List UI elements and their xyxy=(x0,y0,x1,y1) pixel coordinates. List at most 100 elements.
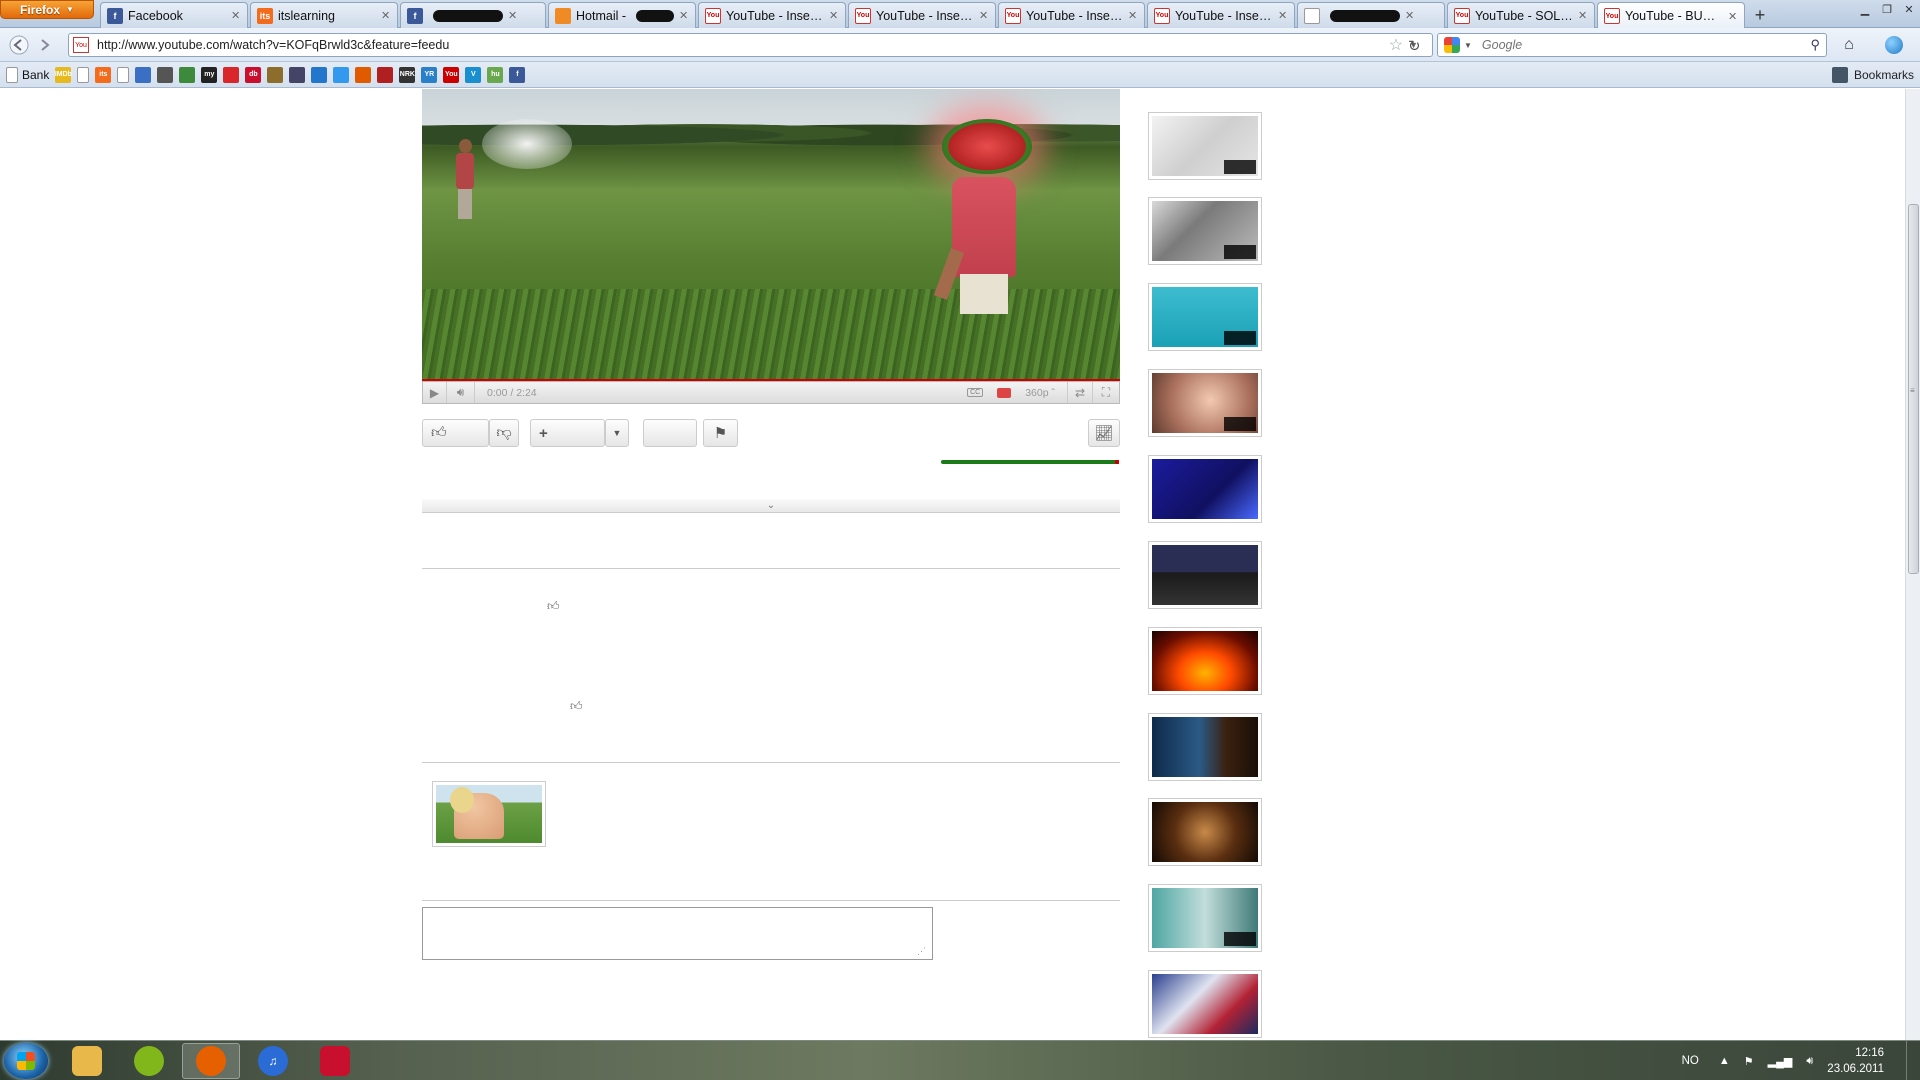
play-icon[interactable]: ▶ xyxy=(423,382,447,403)
tab-1[interactable]: f Facebook ✕ xyxy=(100,2,248,28)
game-bookmark[interactable] xyxy=(289,66,306,83)
hulu-bookmark[interactable]: hu xyxy=(487,66,504,83)
firefox-app[interactable] xyxy=(182,1043,240,1079)
add-to-button[interactable]: + xyxy=(530,419,605,447)
fullscreen-icon[interactable]: ⛶ xyxy=(1093,382,1119,403)
quality-selector[interactable]: 360p ˆ xyxy=(1025,387,1055,399)
db-bookmark[interactable]: db xyxy=(245,66,262,83)
imdb-bookmark[interactable]: IMDb xyxy=(55,66,72,83)
back-arrow-icon[interactable] xyxy=(6,33,32,57)
url-text[interactable]: http://www.youtube.com/watch?v=KOFqBrwld… xyxy=(97,38,1389,52)
music-bookmark[interactable] xyxy=(267,66,284,83)
tab-8[interactable]: You YouTube - Insense... ✕ xyxy=(1147,2,1295,28)
tab-4[interactable]: Hotmail - ✕ xyxy=(548,2,696,28)
forward-arrow-icon[interactable] xyxy=(32,33,58,57)
action-center-flag-icon[interactable]: ⚑ xyxy=(1744,1055,1754,1068)
new-tab-button[interactable]: + xyxy=(1747,4,1773,26)
captions-icon[interactable]: CC xyxy=(967,388,984,397)
network-signal-icon[interactable]: ▂▄▆ xyxy=(1768,1055,1793,1068)
resize-grip-icon[interactable]: ⋰ xyxy=(917,946,926,957)
vimeo-bookmark[interactable]: V xyxy=(465,66,482,83)
explorer-app[interactable] xyxy=(58,1043,116,1079)
add-to-dropdown[interactable]: ▼ xyxy=(605,419,629,447)
video-player[interactable]: ▶ 🔊︎ 0:00 / 2:24 CC 360p ˆ ⇄ ⛶ xyxy=(422,89,1120,404)
description-expander[interactable]: ⌄ xyxy=(422,499,1120,513)
tab-10[interactable]: You YouTube - SOLAR... ✕ xyxy=(1447,2,1595,28)
search-icon[interactable]: ⚲ xyxy=(1810,37,1820,53)
comment-input[interactable] xyxy=(422,907,933,960)
flag-button[interactable]: ⚑ xyxy=(703,419,738,447)
reload-icon[interactable]: ↻ xyxy=(1408,37,1421,55)
thumbs-up-icon[interactable]: 👍︎ xyxy=(547,599,560,614)
chevron-down-icon[interactable]: ▼ xyxy=(1464,41,1472,50)
close-tab-icon[interactable]: ✕ xyxy=(1278,9,1288,22)
youtube-bookmark[interactable]: You xyxy=(443,66,460,83)
restore-icon[interactable]: ❐ xyxy=(1876,0,1898,18)
start-button[interactable] xyxy=(4,1043,48,1079)
related-video-5[interactable] xyxy=(1148,455,1262,523)
bookmarks-menu[interactable]: Bookmarks xyxy=(1831,67,1914,83)
related-video-8[interactable] xyxy=(1148,713,1262,781)
tab-3[interactable]: f ✕ xyxy=(400,2,546,28)
related-video-6[interactable] xyxy=(1148,541,1262,609)
my-bookmark[interactable]: my xyxy=(201,66,218,83)
like-button[interactable]: 👍︎ xyxy=(422,419,489,447)
minimize-icon[interactable]: ▁ xyxy=(1854,0,1876,18)
tab-9[interactable]: ✕ xyxy=(1297,2,1445,28)
tab-5[interactable]: You YouTube - Insense... ✕ xyxy=(698,2,846,28)
facebook-bookmark[interactable]: f xyxy=(509,66,526,83)
language-indicator[interactable]: NO xyxy=(1682,1055,1699,1067)
cloud-bookmark[interactable] xyxy=(333,66,350,83)
guitar-bookmark[interactable] xyxy=(377,66,394,83)
close-tab-icon[interactable]: ✕ xyxy=(679,9,689,22)
video-response-thumbnail[interactable] xyxy=(432,781,546,847)
close-tab-icon[interactable]: ✕ xyxy=(381,9,391,22)
vertical-scrollbar[interactable]: ≡ xyxy=(1905,89,1920,1040)
popout-icon[interactable]: ⇄ xyxy=(1067,382,1093,403)
related-video-3[interactable] xyxy=(1148,283,1262,351)
tab-6[interactable]: You YouTube - Insense... ✕ xyxy=(848,2,996,28)
search-input[interactable] xyxy=(1481,38,1811,52)
tab-7[interactable]: You YouTube - Insense... ✕ xyxy=(998,2,1145,28)
close-tab-icon[interactable]: ✕ xyxy=(829,9,839,22)
nrk-bookmark[interactable]: NRK xyxy=(399,66,416,83)
related-video-1[interactable] xyxy=(1148,112,1262,180)
related-video-2[interactable] xyxy=(1148,197,1262,265)
blank-page-bookmark[interactable] xyxy=(117,66,130,83)
puzzle-bookmark[interactable] xyxy=(179,66,196,83)
car-bookmark[interactable] xyxy=(157,66,174,83)
close-tab-icon[interactable]: ✕ xyxy=(1405,9,1415,22)
home-icon[interactable]: ⌂ xyxy=(1834,34,1864,56)
related-video-9[interactable] xyxy=(1148,798,1262,866)
speaker-icon[interactable]: 🔊︎ xyxy=(1806,1055,1813,1068)
close-tab-icon[interactable]: ✕ xyxy=(1578,9,1588,22)
volume-icon[interactable]: 🔊︎ xyxy=(447,382,475,403)
bookmark-star-icon[interactable]: ☆ xyxy=(1389,35,1403,55)
stats-button[interactable]: 📈︎ xyxy=(1088,419,1120,447)
firefox-menu-button[interactable]: Firefox ▼ xyxy=(0,0,94,19)
clock[interactable]: 12:16 23.06.2011 xyxy=(1827,1045,1884,1077)
spotify-app[interactable] xyxy=(120,1043,178,1079)
close-tab-icon[interactable]: ✕ xyxy=(1128,9,1138,22)
tab-11[interactable]: You YouTube - BUBBL... ✕ xyxy=(1597,2,1745,29)
dislike-button[interactable]: 👎︎ xyxy=(489,419,519,447)
related-video-4[interactable] xyxy=(1148,369,1262,437)
video-frame[interactable] xyxy=(422,89,1120,379)
bookmark-bank[interactable]: Bank xyxy=(6,66,49,83)
itslearning-bookmark[interactable]: its xyxy=(95,66,112,83)
close-tab-icon[interactable]: ✕ xyxy=(979,9,989,22)
address-bar[interactable]: You http://www.youtube.com/watch?v=KOFqB… xyxy=(68,33,1433,57)
blank-page-bookmark[interactable] xyxy=(77,66,90,83)
google-engine-icon[interactable] xyxy=(1444,37,1460,53)
show-desktop-button[interactable] xyxy=(1906,1041,1920,1080)
tray-expand-icon[interactable]: ▲ xyxy=(1719,1055,1730,1067)
close-tab-icon[interactable]: ✕ xyxy=(1728,10,1738,23)
annotations-icon[interactable] xyxy=(997,387,1012,398)
related-video-7[interactable] xyxy=(1148,627,1262,695)
globe-bookmark[interactable] xyxy=(311,66,328,83)
itunes-app[interactable]: ♫ xyxy=(244,1043,302,1079)
thumbs-up-icon[interactable]: 👍︎ xyxy=(570,699,583,714)
mail-bookmark[interactable] xyxy=(135,66,152,83)
pinterest-bookmark[interactable] xyxy=(355,66,372,83)
share-button[interactable] xyxy=(643,419,697,447)
